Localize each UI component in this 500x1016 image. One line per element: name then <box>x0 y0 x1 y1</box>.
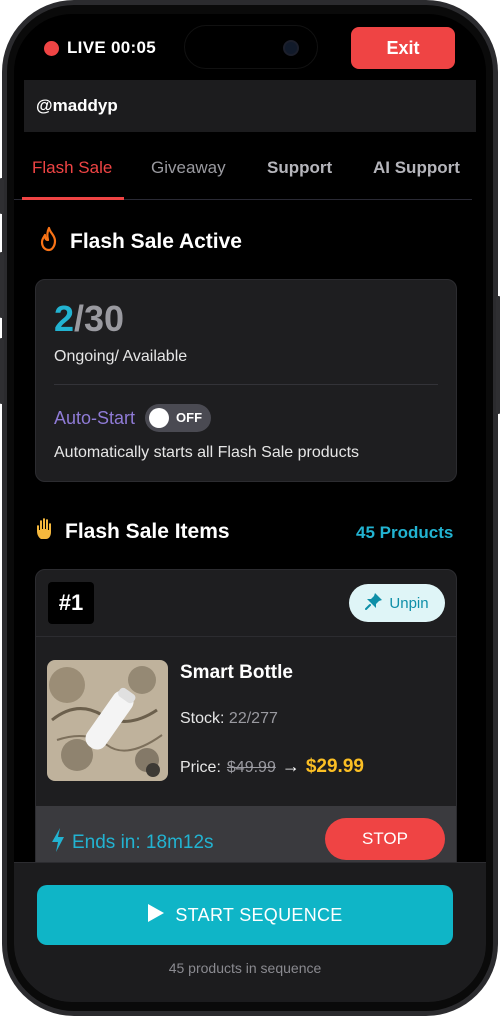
dynamic-island <box>184 25 318 69</box>
flame-icon <box>38 226 60 258</box>
unpin-label: Unpin <box>389 594 429 612</box>
products-count-link[interactable]: 45 Products <box>356 523 453 543</box>
sequence-note: 45 products in sequence <box>168 960 322 976</box>
item-rank-badge: #1 <box>48 582 94 624</box>
card-divider <box>54 384 438 385</box>
available-count: /30 <box>74 298 125 339</box>
volume-down-button <box>0 338 4 404</box>
start-sequence-label: START SEQUENCE <box>175 904 343 925</box>
price-label: Price: <box>180 759 221 776</box>
start-sequence-button[interactable]: START SEQUENCE <box>37 885 453 945</box>
pin-icon <box>365 592 383 614</box>
bottom-action-bar: START SEQUENCE 45 products in sequence <box>14 862 486 1002</box>
flash-sale-active-title: Flash Sale Active <box>70 230 242 253</box>
toggle-state: OFF <box>176 410 203 425</box>
tab-ai-support[interactable]: AI Support <box>373 158 460 178</box>
app-screen: LIVE 00:05 Exit @maddyp Flash Sale Givea… <box>14 14 486 1002</box>
auto-start-toggle[interactable]: OFF <box>145 404 212 432</box>
arrow-right-icon: → <box>281 756 300 776</box>
bolt-icon <box>50 827 66 859</box>
stock-label: Stock: <box>180 710 225 727</box>
power-button <box>496 296 500 414</box>
toggle-knob <box>149 408 170 428</box>
flash-sale-items-title: Flash Sale Items <box>65 520 230 543</box>
auto-start-description: Automatically starts all Flash Sale prod… <box>54 444 360 461</box>
product-name: Smart Bottle <box>180 662 293 683</box>
auto-start-label: Auto-Start <box>54 407 136 428</box>
tab-support[interactable]: Support <box>267 158 332 178</box>
ends-in-label: Ends in: 18m12s <box>72 832 214 853</box>
live-timer: LIVE 00:05 <box>67 38 156 57</box>
live-dot-icon <box>44 40 59 56</box>
sale-price: $29.99 <box>305 756 364 777</box>
action-button <box>0 178 4 214</box>
flash-sale-summary-card: 2/30 Ongoing/ Available Auto-Start OFF A… <box>35 279 457 482</box>
tab-flash-sale[interactable]: Flash Sale <box>32 158 112 178</box>
tab-bar: Flash Sale Giveaway Support AI Support <box>14 144 472 200</box>
camera-icon <box>283 40 299 56</box>
counts-label: Ongoing/ Available <box>54 348 188 365</box>
ongoing-count: 2 <box>54 298 75 339</box>
hand-icon <box>35 517 55 547</box>
active-tab-indicator <box>22 197 124 200</box>
product-stock: Stock: 22/277 <box>180 710 278 728</box>
unpin-button[interactable]: Unpin <box>349 584 445 622</box>
product-image[interactable] <box>47 660 168 781</box>
play-icon <box>147 903 165 928</box>
old-price: $49.99 <box>226 759 276 776</box>
live-indicator: LIVE 00:05 <box>44 38 156 58</box>
flash-sale-items-heading: Flash Sale Items <box>35 517 230 547</box>
flash-sale-active-heading: Flash Sale Active <box>38 226 242 258</box>
tab-giveaway[interactable]: Giveaway <box>151 158 226 178</box>
stock-value: 22/277 <box>228 710 278 727</box>
item-divider <box>36 636 456 637</box>
ends-in-timer: Ends in: 18m12s <box>50 827 214 859</box>
product-price: Price: $49.99 → $29.99 <box>180 756 364 778</box>
ongoing-available-count: 2/30 <box>54 298 124 340</box>
user-handle-bar: @maddyp <box>24 80 476 132</box>
exit-button[interactable]: Exit <box>351 27 455 69</box>
stop-button[interactable]: STOP <box>325 818 445 860</box>
auto-start-row: Auto-Start OFF <box>54 404 212 432</box>
volume-up-button <box>0 252 4 318</box>
user-handle: @maddyp <box>36 96 118 115</box>
